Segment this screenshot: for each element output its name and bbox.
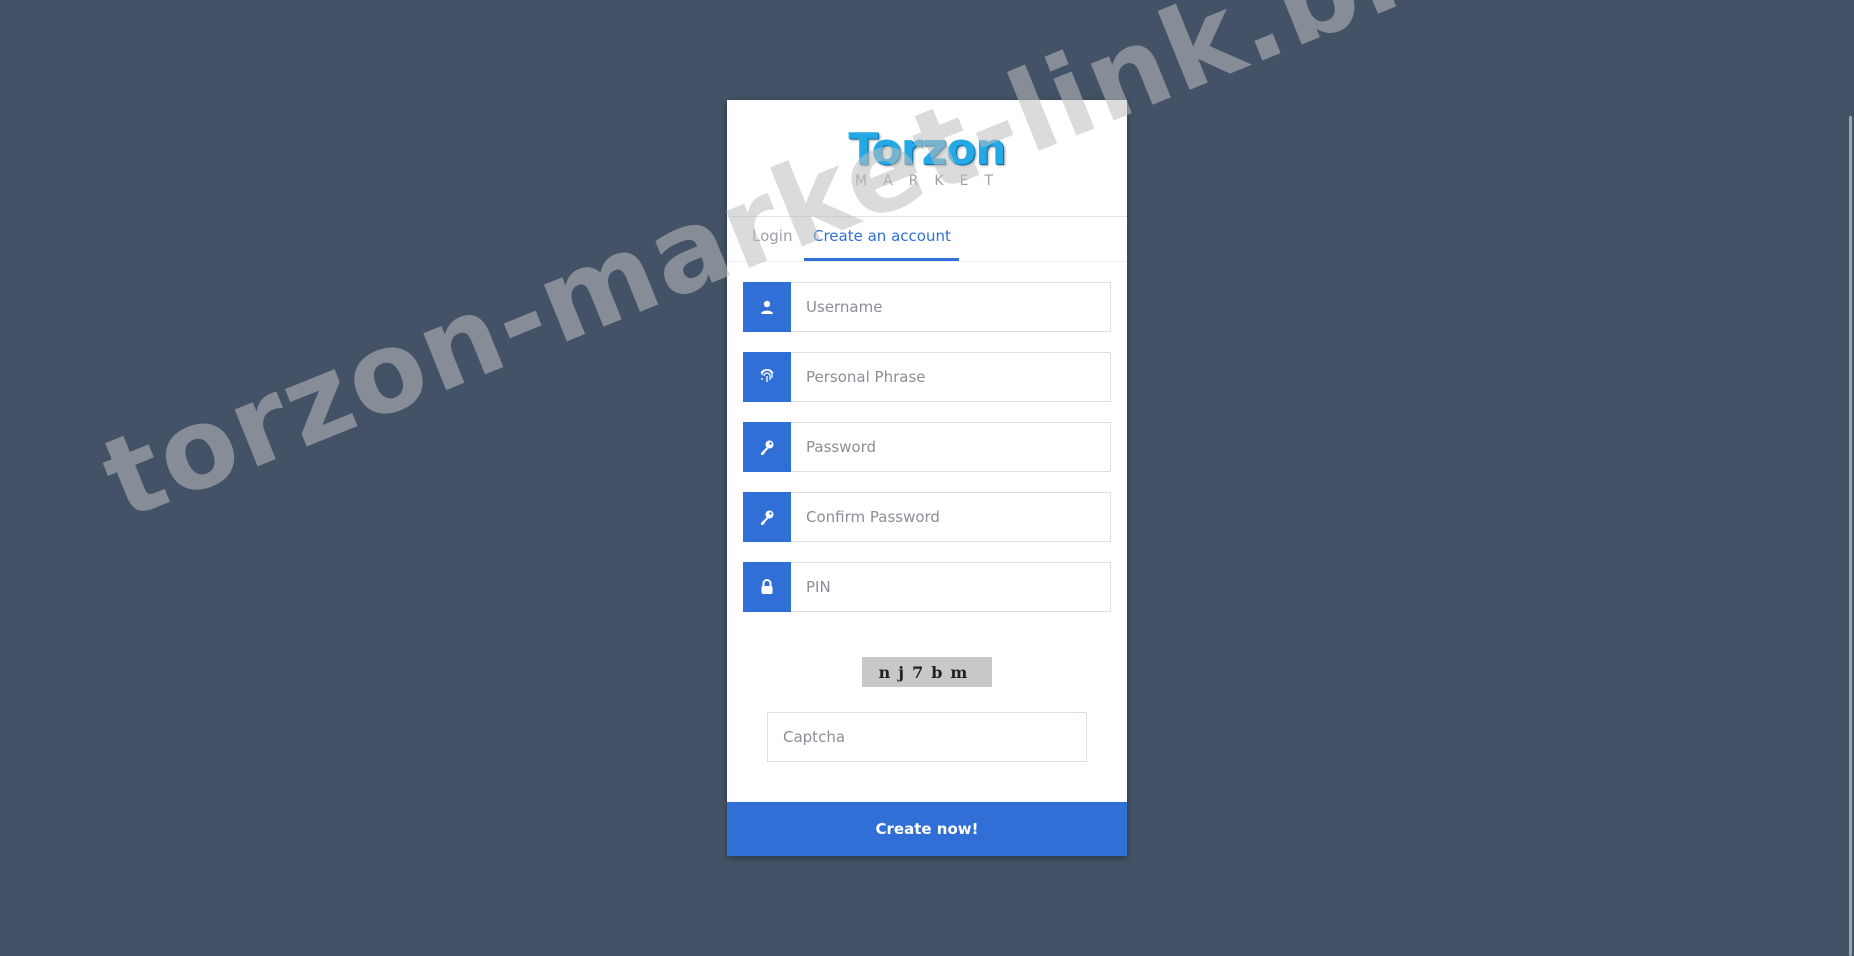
logo-word: Torzon [848,124,1006,175]
page: Torzon MARKET Login Create an account Us… [0,0,1854,956]
page-scrollbar[interactable] [1846,0,1854,956]
create-now-button[interactable]: Create now! [727,802,1127,856]
logo-area: Torzon MARKET [727,100,1127,217]
captcha-image: nj7bm [862,657,992,687]
tab-login[interactable]: Login [752,227,792,245]
username-field [743,282,1111,332]
confirm-password-field [743,492,1111,542]
personal-phrase-field [743,352,1111,402]
scrollbar-thumb[interactable] [1849,116,1852,956]
auth-tabs: Login Create an account [727,217,1127,262]
password-input[interactable] [791,422,1111,472]
confirm-password-input[interactable] [791,492,1111,542]
torzon-logo: Torzon MARKET [837,122,1017,194]
pin-field [743,562,1111,612]
pin-input[interactable] [791,562,1111,612]
username-input[interactable] [791,282,1111,332]
key-icon [743,492,791,542]
fingerprint-icon [743,352,791,402]
signup-card: Torzon MARKET Login Create an account Us… [727,100,1127,856]
tab-create-account[interactable]: Create an account [813,227,951,245]
password-field [743,422,1111,472]
personal-phrase-input[interactable] [791,352,1111,402]
logo-subtitle: MARKET [855,173,1009,189]
lock-icon [743,562,791,612]
key-icon [743,422,791,472]
active-tab-indicator [804,258,959,261]
captcha-input[interactable] [767,712,1087,762]
user-icon [743,282,791,332]
